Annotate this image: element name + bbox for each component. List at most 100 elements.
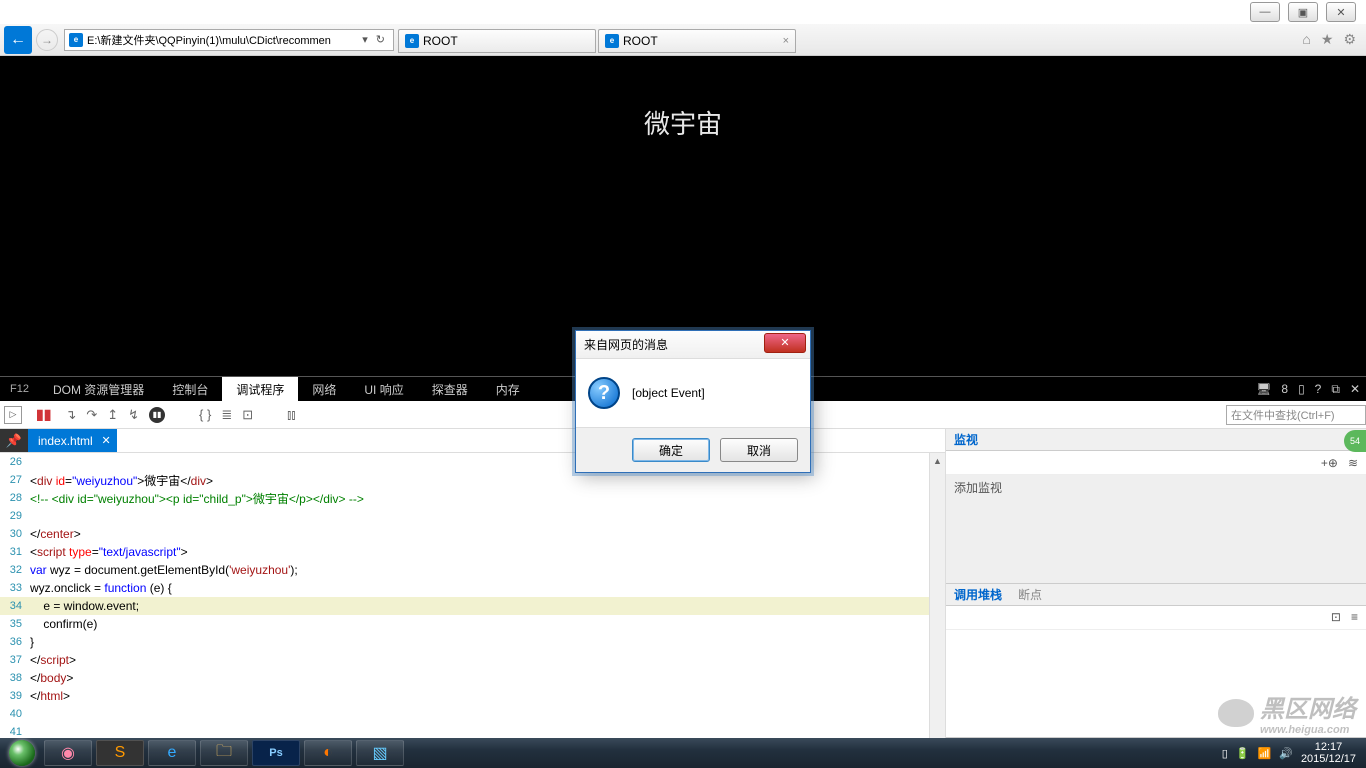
break-all-icon[interactable]: ↯ <box>128 407 139 423</box>
console-toggle-icon[interactable]: ▯ <box>1298 382 1305 396</box>
favorites-icon[interactable]: ★ <box>1321 31 1334 48</box>
ok-button[interactable]: 确定 <box>632 438 710 462</box>
add-watch-label[interactable]: 添加监视 <box>954 481 1002 495</box>
dialog-close-button[interactable]: ✕ <box>764 333 806 353</box>
line-number[interactable]: 30 <box>0 528 30 540</box>
refresh-watch-icon[interactable]: ≋ <box>1348 456 1358 470</box>
word-wrap-icon[interactable]: ≣ <box>221 407 232 423</box>
tab-memory[interactable]: 内存 <box>482 377 534 401</box>
line-number[interactable]: 29 <box>0 510 30 522</box>
code-line[interactable]: 37</script> <box>0 651 945 669</box>
async-icon[interactable]: ⊡ <box>1331 610 1341 624</box>
taskbar-app-2[interactable]: S <box>96 740 144 766</box>
taskbar-app-1[interactable]: ◉ <box>44 740 92 766</box>
breakpoints-tab[interactable]: 断点 <box>1018 586 1042 603</box>
continue-button[interactable]: ▷ <box>4 406 22 424</box>
code-line[interactable]: 38</body> <box>0 669 945 687</box>
callstack-tab[interactable]: 调用堆栈 <box>954 586 1002 603</box>
maximize-button[interactable]: ▣ <box>1288 2 1318 22</box>
minimize-button[interactable]: — <box>1250 2 1280 22</box>
notification-badge[interactable]: 54 <box>1344 430 1366 452</box>
cancel-button[interactable]: 取消 <box>720 438 798 462</box>
taskbar-pictures[interactable]: ▧ <box>356 740 404 766</box>
line-number[interactable]: 35 <box>0 618 30 630</box>
line-number[interactable]: 26 <box>0 456 30 468</box>
line-number[interactable]: 41 <box>0 726 30 738</box>
help-icon[interactable]: ? <box>1315 382 1322 396</box>
line-number[interactable]: 38 <box>0 672 30 684</box>
step-out-icon[interactable]: ↥ <box>107 407 118 423</box>
page-content[interactable]: 微宇宙 <box>0 56 1366 376</box>
code-line[interactable]: 28<!-- <div id="weiyuzhou"><p id="child_… <box>0 489 945 507</box>
line-number[interactable]: 32 <box>0 564 30 576</box>
tray-network-icon[interactable]: 📶 <box>1258 747 1272 760</box>
line-number[interactable]: 36 <box>0 636 30 648</box>
pause-button[interactable]: ▮▮ <box>32 406 55 423</box>
code-line[interactable]: 36} <box>0 633 945 651</box>
tab-ui[interactable]: UI 响应 <box>350 377 417 401</box>
code-line[interactable]: 35 confirm(e) <box>0 615 945 633</box>
scroll-up-icon[interactable]: ▲ <box>930 453 945 469</box>
pretty-print-icon[interactable]: { } <box>199 407 211 422</box>
step-over-icon[interactable]: ↷ <box>86 407 97 423</box>
file-tab-index[interactable]: index.html ✕ <box>28 429 117 452</box>
tab-root-2[interactable]: e ROOT × <box>598 29 796 53</box>
tab-dom[interactable]: DOM 资源管理器 <box>39 377 158 401</box>
line-number[interactable]: 34 <box>0 600 30 612</box>
code-line[interactable]: 33wyz.onclick = function (e) { <box>0 579 945 597</box>
dropdown-icon[interactable]: ▾ <box>358 33 372 46</box>
file-tab-close-icon[interactable]: ✕ <box>101 434 110 447</box>
taskbar-explorer[interactable]: 🗀 <box>200 740 248 766</box>
tab-root-1[interactable]: e ROOT <box>398 29 596 53</box>
tab-profiler[interactable]: 探查器 <box>418 377 482 401</box>
taskbar-photoshop[interactable]: Ps <box>252 740 300 766</box>
search-input[interactable]: 在文件中查找(Ctrl+F) <box>1226 405 1366 425</box>
line-number[interactable]: 31 <box>0 546 30 558</box>
watch-header[interactable]: 监视 <box>946 429 1366 451</box>
line-number[interactable]: 33 <box>0 582 30 594</box>
add-watch-icon[interactable]: +⊕ <box>1321 456 1338 470</box>
break-mode-icon[interactable]: ▮▮ <box>149 407 165 423</box>
file-picker-icon[interactable]: 📌 <box>0 429 28 452</box>
back-button[interactable]: ← <box>4 26 32 54</box>
watch-body[interactable]: 添加监视 <box>946 475 1366 583</box>
code-line[interactable]: 32var wyz = document.getElementById('wei… <box>0 561 945 579</box>
code-line[interactable]: 31<script type="text/javascript"> <box>0 543 945 561</box>
code-line[interactable]: 39</html> <box>0 687 945 705</box>
code-line[interactable]: 30</center> <box>0 525 945 543</box>
frames-icon[interactable]: ≡ <box>1351 610 1358 624</box>
devtools-close-icon[interactable]: ✕ <box>1350 382 1360 396</box>
source-map-icon[interactable]: ⊡ <box>242 407 253 423</box>
line-number[interactable]: 28 <box>0 492 30 504</box>
scrollbar-vertical[interactable]: ▲ <box>929 453 945 738</box>
just-my-code-icon[interactable]: ⫾⫾ <box>287 407 295 423</box>
line-number[interactable]: 37 <box>0 654 30 666</box>
taskbar-firefox[interactable]: ◐ <box>304 740 352 766</box>
line-number[interactable]: 27 <box>0 474 30 486</box>
line-number[interactable]: 40 <box>0 708 30 720</box>
code-line[interactable]: 27<div id="weiyuzhou">微宇宙</div> <box>0 471 945 489</box>
address-bar[interactable]: e E:\新建文件夹\QQPinyin(1)\mulu\CDict\recomm… <box>64 29 394 51</box>
emulation-icon[interactable]: 🖥 <box>1256 382 1271 396</box>
refresh-icon[interactable]: ↻ <box>372 33 389 46</box>
system-tray[interactable]: ▯ 🔋 📶 🔊 12:17 2015/12/17 <box>1222 741 1364 765</box>
tab-console[interactable]: 控制台 <box>158 377 222 401</box>
tab-debugger[interactable]: 调试程序 <box>222 377 298 401</box>
home-icon[interactable]: ⌂ <box>1302 31 1310 48</box>
code-line[interactable]: 29 <box>0 507 945 525</box>
step-in-icon[interactable]: ↴ <box>65 407 76 423</box>
line-number[interactable]: 39 <box>0 690 30 702</box>
forward-button[interactable]: → <box>36 29 58 51</box>
dialog-titlebar[interactable]: 来自网页的消息 ✕ <box>576 331 810 359</box>
tab-network[interactable]: 网络 <box>298 377 350 401</box>
tray-sound-icon[interactable]: 🔊 <box>1279 747 1293 760</box>
code-line[interactable]: 41 <box>0 723 945 738</box>
tray-battery-icon[interactable]: 🔋 <box>1236 747 1250 760</box>
code-editor[interactable]: 26 27<div id="weiyuzhou">微宇宙</div>28<!-- … <box>0 453 945 738</box>
start-button[interactable] <box>2 739 42 767</box>
undock-icon[interactable]: ⧉ <box>1331 382 1340 397</box>
tray-icon[interactable]: ▯ <box>1222 747 1228 760</box>
code-line[interactable]: 40 <box>0 705 945 723</box>
tab-close-icon[interactable]: × <box>783 35 789 47</box>
code-line[interactable]: 34 e = window.event; <box>0 597 945 615</box>
